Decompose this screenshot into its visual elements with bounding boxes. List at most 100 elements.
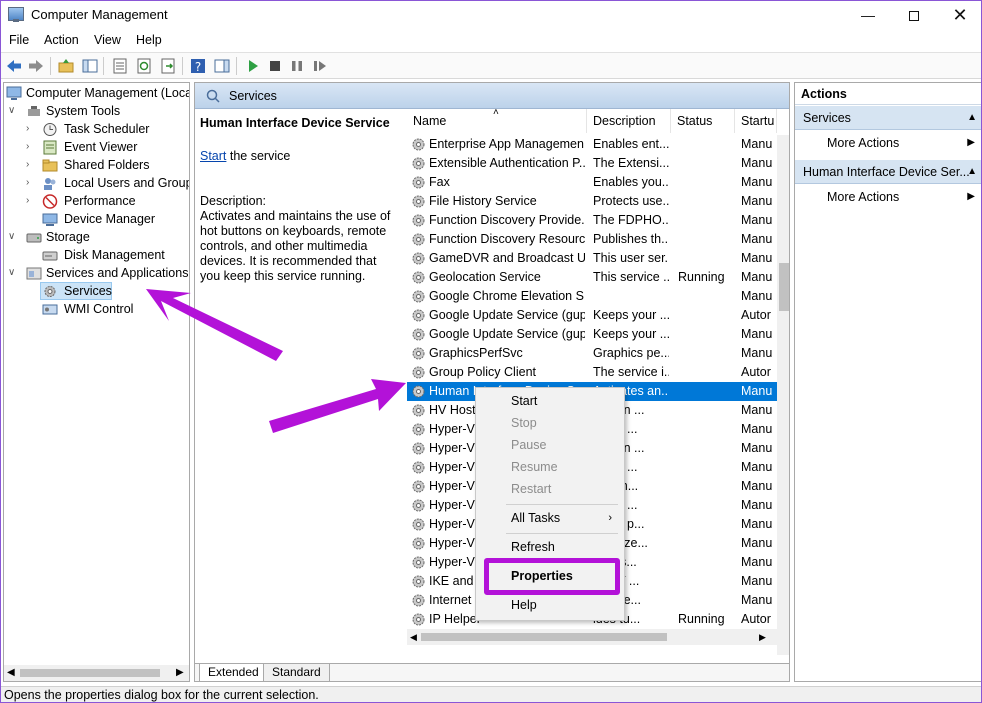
action-label: More Actions bbox=[827, 136, 900, 150]
service-startup-type: Manu bbox=[741, 593, 773, 607]
properties-icon bbox=[113, 58, 127, 74]
service-description: Activates and maintains the use of hot b… bbox=[200, 209, 391, 283]
tree-item-services[interactable]: Services bbox=[42, 282, 189, 300]
tools-icon bbox=[28, 106, 40, 116]
chevron-right-icon[interactable]: › bbox=[26, 156, 36, 174]
chevron-right-icon[interactable]: › bbox=[26, 120, 36, 138]
column-header-startup[interactable]: Startu bbox=[735, 109, 777, 133]
tree-label: Local Users and Groups bbox=[64, 176, 190, 190]
start-service-link[interactable]: Start bbox=[200, 149, 226, 163]
list-vertical-scrollbar[interactable] bbox=[777, 135, 789, 655]
list-horizontal-scrollbar[interactable]: ◀ ▶ bbox=[407, 629, 777, 645]
scroll-thumb[interactable] bbox=[779, 263, 789, 311]
start-service-text: Start the service bbox=[200, 149, 290, 163]
tree-horizontal-scrollbar[interactable]: ◀ ▶ bbox=[4, 665, 189, 681]
computer-management-window: Computer Management — ✕ File Action View… bbox=[0, 0, 982, 703]
scroll-left-icon[interactable]: ◀ bbox=[410, 629, 417, 645]
chevron-down-icon[interactable]: ∨ bbox=[8, 264, 18, 282]
tree-item-local-users[interactable]: › Local Users and Groups bbox=[26, 174, 190, 192]
refresh-toolbar-button[interactable] bbox=[135, 57, 153, 75]
gear-icon bbox=[412, 518, 425, 531]
tree-item-device-manager[interactable]: Device Manager bbox=[26, 210, 189, 228]
maximize-button[interactable] bbox=[891, 1, 937, 29]
service-startup-type: Manu bbox=[741, 403, 773, 417]
tree-item-wmi-control[interactable]: WMI Control bbox=[42, 300, 189, 318]
context-restart: Restart bbox=[511, 482, 552, 496]
scroll-thumb[interactable] bbox=[421, 633, 667, 641]
properties-toolbar-button[interactable] bbox=[111, 57, 129, 75]
tab-standard[interactable]: Standard bbox=[263, 664, 330, 681]
service-row[interactable]: GraphicsPerfSvc Graphics pe... Manu bbox=[407, 344, 777, 363]
tree-item-shared-folders[interactable]: › Shared Folders bbox=[26, 156, 189, 174]
tree-item-performance[interactable]: › Performance bbox=[26, 192, 189, 210]
up-folder-button[interactable] bbox=[57, 57, 75, 75]
more-actions-services[interactable]: More Actions ▶ bbox=[795, 132, 981, 154]
column-header-name[interactable]: Name ˄ bbox=[407, 109, 587, 133]
collapse-up-icon[interactable]: ▲ bbox=[967, 106, 977, 129]
menu-file[interactable]: File bbox=[9, 33, 29, 47]
menu-help[interactable]: Help bbox=[136, 33, 162, 47]
service-row[interactable]: Google Chrome Elevation S... Manu bbox=[407, 287, 777, 306]
service-name: Function Discovery Provide... bbox=[429, 213, 585, 227]
action-label: More Actions bbox=[827, 190, 900, 204]
help-toolbar-button[interactable]: ? bbox=[189, 57, 207, 75]
restart-service-button[interactable] bbox=[311, 57, 329, 75]
service-row[interactable]: Function Discovery Resourc... Publishes t… bbox=[407, 230, 777, 249]
tree-label: Event Viewer bbox=[64, 140, 138, 154]
section-label: Services bbox=[803, 111, 851, 125]
chevron-right-icon[interactable]: › bbox=[26, 174, 36, 192]
back-button[interactable] bbox=[5, 57, 23, 75]
service-row[interactable]: Extensible Authentication P... The Extens… bbox=[407, 154, 777, 173]
service-startup-type: Manu bbox=[741, 479, 773, 493]
context-all-tasks[interactable]: All Tasks › bbox=[476, 507, 624, 529]
tree-item-disk-management[interactable]: Disk Management bbox=[26, 246, 189, 264]
service-row[interactable]: GameDVR and Broadcast Us... This user ser… bbox=[407, 249, 777, 268]
tree-item-services-and-applications[interactable]: ∨ Services and Applications bbox=[8, 264, 189, 282]
menu-action[interactable]: Action bbox=[44, 33, 79, 47]
column-header-description[interactable]: Description bbox=[587, 109, 671, 133]
export-list-button[interactable] bbox=[159, 57, 177, 75]
tree-item-system-tools[interactable]: ∨ System Tools bbox=[8, 102, 189, 120]
close-button[interactable]: ✕ bbox=[937, 1, 981, 29]
context-start[interactable]: Start bbox=[476, 390, 624, 412]
collapse-up-icon[interactable]: ▲ bbox=[967, 160, 977, 183]
service-row[interactable]: Group Policy Client The service i... Autor bbox=[407, 363, 777, 382]
chevron-down-icon[interactable]: ∨ bbox=[8, 228, 18, 246]
actions-section-services[interactable]: Services ▲ bbox=[795, 106, 981, 130]
tree-item-computer-management[interactable]: Computer Management (Local bbox=[6, 84, 189, 102]
tree-item-task-scheduler[interactable]: › Task Scheduler bbox=[26, 120, 189, 138]
scroll-left-icon[interactable]: ◀ bbox=[7, 665, 15, 681]
scroll-thumb[interactable] bbox=[20, 669, 160, 677]
minimize-button[interactable]: — bbox=[845, 1, 891, 29]
scroll-right-icon[interactable]: ▶ bbox=[759, 629, 766, 645]
service-name: Google Update Service (gup... bbox=[429, 308, 585, 322]
tree-item-storage[interactable]: ∨ Storage bbox=[8, 228, 189, 246]
scroll-right-icon[interactable]: ▶ bbox=[176, 665, 184, 681]
pause-service-button[interactable] bbox=[288, 57, 306, 75]
service-row[interactable]: Google Update Service (gup... Keeps your … bbox=[407, 325, 777, 344]
service-row[interactable]: Function Discovery Provide... The FDPHO..… bbox=[407, 211, 777, 230]
action-pane-toggle-button[interactable] bbox=[213, 57, 231, 75]
service-startup-type: Manu bbox=[741, 498, 773, 512]
service-row[interactable]: File History Service Protects use... Manu bbox=[407, 192, 777, 211]
more-actions-selected-service[interactable]: More Actions ▶ bbox=[795, 186, 981, 208]
context-help[interactable]: Help bbox=[476, 594, 624, 616]
forward-button[interactable] bbox=[27, 57, 45, 75]
service-row[interactable]: Fax Enables you... Manu bbox=[407, 173, 777, 192]
chevron-right-icon[interactable]: › bbox=[26, 192, 36, 210]
chevron-right-icon[interactable]: › bbox=[26, 138, 36, 156]
service-row[interactable]: Enterprise App Managemen... Enables ent..… bbox=[407, 135, 777, 154]
service-row[interactable]: Geolocation Service This service ... Runni… bbox=[407, 268, 777, 287]
column-header-status[interactable]: Status bbox=[671, 109, 735, 133]
start-service-button[interactable] bbox=[244, 57, 262, 75]
show-hide-tree-button[interactable] bbox=[81, 57, 99, 75]
stop-service-button[interactable] bbox=[266, 57, 284, 75]
status-bar: Opens the properties dialog box for the … bbox=[1, 686, 981, 702]
tree-item-event-viewer[interactable]: › Event Viewer bbox=[26, 138, 189, 156]
actions-section-selected-service[interactable]: Human Interface Device Ser... ▲ bbox=[795, 160, 981, 184]
tab-extended[interactable]: Extended bbox=[199, 664, 268, 681]
service-row[interactable]: Google Update Service (gup... Keeps your … bbox=[407, 306, 777, 325]
context-refresh[interactable]: Refresh bbox=[476, 536, 624, 558]
chevron-down-icon[interactable]: ∨ bbox=[8, 102, 18, 120]
menu-view[interactable]: View bbox=[94, 33, 121, 47]
